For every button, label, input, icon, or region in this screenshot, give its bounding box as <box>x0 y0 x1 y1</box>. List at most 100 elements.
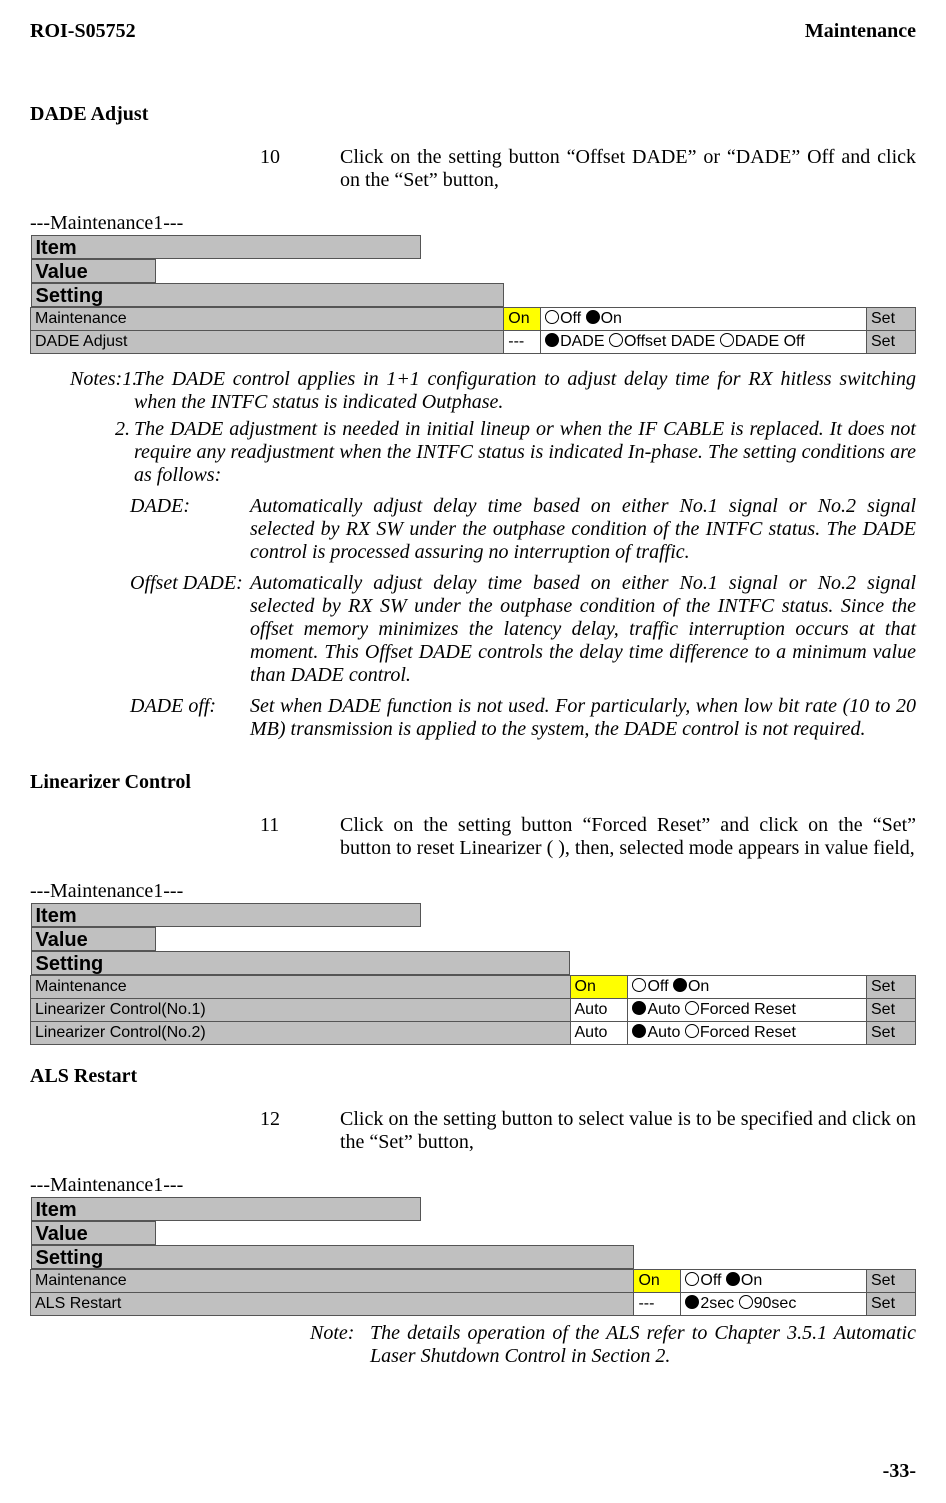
cell-setting[interactable]: Off On <box>541 308 867 331</box>
col-header-setting: Setting <box>31 951 571 975</box>
notes-label-1: Notes:1. <box>70 368 134 414</box>
radio-auto-icon[interactable] <box>632 1024 646 1038</box>
page-header: ROI-S05752 Maintenance <box>30 20 916 43</box>
set-button[interactable]: Set <box>867 1293 916 1316</box>
cell-value: --- <box>504 331 541 354</box>
step-10-number: 10 <box>260 146 340 192</box>
radio-off-label: Off <box>560 310 586 327</box>
cell-item: Maintenance <box>31 308 504 331</box>
col-header-value: Value <box>31 1221 156 1245</box>
table-title-dade: ---Maintenance1--- <box>30 212 916 235</box>
cell-value: Auto <box>570 999 628 1022</box>
header-left: ROI-S05752 <box>30 20 136 43</box>
radio-label: Offset DADE <box>624 333 720 350</box>
radio-label: Forced Reset <box>700 1001 796 1018</box>
table-als: Item Value Setting Maintenance On Off On… <box>30 1197 916 1316</box>
cell-item: DADE Adjust <box>31 331 504 354</box>
col-header-item: Item <box>31 903 421 927</box>
set-button[interactable]: Set <box>867 999 916 1022</box>
cell-item: Maintenance <box>31 1270 634 1293</box>
col-header-item: Item <box>31 235 421 259</box>
als-note: Note: The details operation of the ALS r… <box>310 1322 916 1368</box>
table-row: Item Value Setting <box>31 1197 916 1270</box>
radio-off-icon[interactable] <box>545 310 559 324</box>
radio-90sec-icon[interactable] <box>739 1295 753 1309</box>
col-header-value: Value <box>31 259 156 283</box>
table-row: Maintenance On Off On Set <box>31 1270 916 1293</box>
table-title-als: ---Maintenance1--- <box>30 1174 916 1197</box>
radio-label: On <box>688 978 709 995</box>
radio-label: DADE Off <box>735 333 805 350</box>
table-dade: Item Value Setting Maintenance On Off On… <box>30 235 916 354</box>
step-10-body: Click on the setting button “Offset DADE… <box>340 146 916 192</box>
table-row: Item Value Setting <box>31 903 916 976</box>
table-row: DADE Adjust --- DADE Offset DADE DADE Of… <box>31 331 916 354</box>
cell-setting[interactable]: Off On <box>628 976 867 999</box>
section-title-linearizer: Linearizer Control <box>30 771 916 794</box>
radio-label: Auto <box>647 1024 684 1041</box>
cell-item: Linearizer Control(No.2) <box>31 1022 571 1045</box>
radio-label: 90sec <box>754 1295 797 1312</box>
radio-label: Off <box>647 978 673 995</box>
radio-label: Off <box>700 1272 726 1289</box>
section-title-dade: DADE Adjust <box>30 103 916 126</box>
notes-text-2: The DADE adjustment is needed in initial… <box>134 418 916 487</box>
col-header-setting: Setting <box>31 1245 634 1269</box>
als-note-label: Note: <box>310 1322 370 1368</box>
page-number: -33- <box>883 1460 916 1483</box>
cell-item: Linearizer Control(No.1) <box>31 999 571 1022</box>
radio-label: 2sec <box>700 1295 738 1312</box>
set-button[interactable]: Set <box>867 1270 916 1293</box>
def-text-dade-off: Set when DADE function is not used. For … <box>250 695 916 741</box>
radio-2sec-icon[interactable] <box>685 1295 699 1309</box>
radio-forced-reset-icon[interactable] <box>685 1024 699 1038</box>
def-label-dade: DADE: <box>130 495 250 564</box>
radio-dade-off-icon[interactable] <box>720 333 734 347</box>
set-button[interactable]: Set <box>867 976 916 999</box>
cell-value: Auto <box>570 1022 628 1045</box>
cell-setting[interactable]: 2sec 90sec <box>681 1293 867 1316</box>
cell-setting[interactable]: Auto Forced Reset <box>628 999 867 1022</box>
radio-on-label: On <box>601 310 622 327</box>
step-10: 10 Click on the setting button “Offset D… <box>260 146 916 192</box>
radio-label: On <box>741 1272 762 1289</box>
radio-label: Forced Reset <box>700 1024 796 1041</box>
table-title-linearizer: ---Maintenance1--- <box>30 880 916 903</box>
cell-setting[interactable]: Auto Forced Reset <box>628 1022 867 1045</box>
col-header-value: Value <box>31 927 156 951</box>
radio-on-icon[interactable] <box>726 1272 740 1286</box>
radio-on-icon[interactable] <box>586 310 600 324</box>
step-11: 11 Click on the setting button “Forced R… <box>260 814 916 860</box>
table-row: ALS Restart --- 2sec 90sec Set <box>31 1293 916 1316</box>
def-text-dade: Automatically adjust delay time based on… <box>250 495 916 564</box>
cell-setting[interactable]: Off On <box>681 1270 867 1293</box>
step-12: 12 Click on the setting button to select… <box>260 1108 916 1154</box>
table-row: Maintenance On Off On Set <box>31 308 916 331</box>
radio-label: Auto <box>647 1001 684 1018</box>
radio-forced-reset-icon[interactable] <box>685 1001 699 1015</box>
notes-text-1: The DADE control applies in 1+1 configur… <box>134 368 916 414</box>
step-11-body: Click on the setting button “Forced Rese… <box>340 814 916 860</box>
step-11-number: 11 <box>260 814 340 860</box>
col-header-setting: Setting <box>31 283 504 307</box>
col-header-item: Item <box>31 1197 421 1221</box>
radio-off-icon[interactable] <box>632 978 646 992</box>
table-linearizer: Item Value Setting Maintenance On Off On… <box>30 903 916 1045</box>
table-row: Maintenance On Off On Set <box>31 976 916 999</box>
radio-dade-icon[interactable] <box>545 333 559 347</box>
radio-offset-dade-icon[interactable] <box>609 333 623 347</box>
set-button[interactable]: Set <box>867 331 916 354</box>
cell-value: On <box>504 308 541 331</box>
cell-setting[interactable]: DADE Offset DADE DADE Off <box>541 331 867 354</box>
radio-on-icon[interactable] <box>673 978 687 992</box>
cell-value: --- <box>634 1293 681 1316</box>
set-button[interactable]: Set <box>867 308 916 331</box>
radio-auto-icon[interactable] <box>632 1001 646 1015</box>
set-button[interactable]: Set <box>867 1022 916 1045</box>
table-row: Linearizer Control(No.2) Auto Auto Force… <box>31 1022 916 1045</box>
cell-item: Maintenance <box>31 976 571 999</box>
notes-block-dade: Notes:1. The DADE control applies in 1+1… <box>30 368 916 741</box>
def-text-offset-dade: Automatically adjust delay time based on… <box>250 572 916 687</box>
def-label-dade-off: DADE off: <box>130 695 250 741</box>
radio-off-icon[interactable] <box>685 1272 699 1286</box>
